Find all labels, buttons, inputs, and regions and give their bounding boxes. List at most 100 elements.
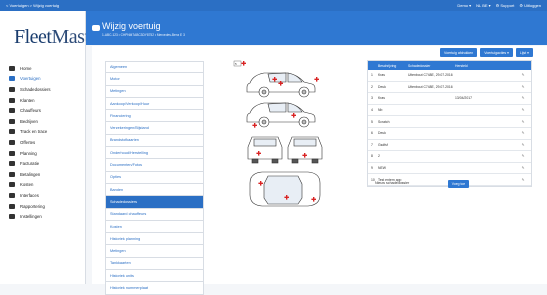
building-icon — [9, 118, 15, 124]
column-header: Beschrijving — [378, 63, 397, 68]
edit-icon[interactable]: ✎ — [517, 73, 529, 77]
sidebar-item-klanten[interactable]: Klanten — [6, 95, 84, 106]
sidebar-item-label: Bedrijven — [20, 118, 38, 124]
tab-documenten-fotos[interactable]: Documenten/Fotos — [105, 159, 204, 172]
table-cell: Nb — [378, 108, 383, 113]
table-cell: 9 — [371, 166, 373, 171]
logout-link[interactable]: ⚙ Uitloggen — [519, 3, 541, 8]
tab-brandstofkaarten[interactable]: Brandstofkaarten — [105, 134, 204, 148]
car-front-view — [247, 136, 283, 164]
edit-icon[interactable]: ✎ — [517, 85, 529, 89]
damage-table: Beschrijving Schadedossier Hersteld 1 Kras Ui… — [367, 60, 532, 187]
sidebar-item-home[interactable]: Home — [6, 63, 84, 74]
tab-tankkaarten[interactable]: Tankkaarten — [105, 257, 204, 271]
cost-icon — [9, 182, 15, 188]
sidebar-item-kosten[interactable]: Kosten — [6, 180, 84, 191]
tab-financiering[interactable]: Financiering — [105, 110, 204, 123]
table-row[interactable]: 2 Deuk Uitenbout C748E, 29.07.2016 ✎ — [368, 82, 531, 94]
table-row[interactable]: 1 Kras Uitenbout C748E, 29.07.2016 ✎ — [368, 70, 531, 82]
tab-standaard-chauffeurs[interactable]: Standaard chauffeurs — [105, 208, 204, 221]
edit-icon[interactable]: ✎ — [517, 131, 529, 135]
sidebar-item-facturatie[interactable]: Facturatie — [6, 158, 84, 169]
table-cell: Deuk — [378, 84, 386, 89]
table-cell: 2 — [378, 154, 380, 159]
calendar-icon — [9, 150, 15, 156]
plug-icon — [9, 192, 15, 198]
tab-historiek-units[interactable]: Historiek units — [105, 270, 204, 283]
sidebar-item-label: Voertuigen — [20, 76, 41, 82]
tab-historiek-planning[interactable]: Historiek planning — [105, 233, 204, 246]
tab-onderhoud-herstelling[interactable]: Onderhoud/Herstelling — [105, 147, 204, 160]
tab-aankoop-verkoop-huur[interactable]: Aankoop/Verkoop/Huur — [105, 97, 204, 111]
table-cell: 7 — [371, 142, 373, 147]
table-cell: 5 — [371, 119, 373, 124]
table-header: Beschrijving Schadedossier Hersteld — [368, 61, 531, 70]
support-link[interactable]: ⚙ Support — [496, 3, 515, 8]
language-dropdown[interactable]: NL BE ▾ — [476, 3, 491, 8]
sidebar-item-label: Betalingen — [20, 171, 41, 177]
sidebar-item-interfaces[interactable]: Interfaces — [6, 190, 84, 201]
sidebar-item-track-en-trace[interactable]: Track en trace — [6, 127, 84, 138]
list-button[interactable]: Lijst ▾ — [515, 48, 533, 57]
sidebar-item-label: Track en trace — [20, 129, 48, 135]
print-vehicle-button[interactable]: Voertuig afdrukken — [440, 48, 478, 57]
vehicle-actions-button[interactable]: Voertuigacties ▾ — [480, 48, 513, 57]
tab-banden[interactable]: Banden — [105, 183, 204, 197]
table-cell: Gsdfsf — [378, 142, 388, 147]
table-cell: Kras — [378, 73, 385, 78]
tab-schadedossiers[interactable]: Schadedossiers — [105, 196, 204, 209]
tab-opties[interactable]: Opties — [105, 171, 204, 184]
table-row[interactable]: 7 Gsdfsf ✎ — [368, 140, 531, 152]
table-row[interactable]: 5 Scratch ✎ — [368, 116, 531, 128]
car-rear-view — [287, 136, 323, 164]
tab-kosten[interactable]: Kosten — [105, 220, 204, 234]
column-header: Schadedossier — [408, 63, 431, 68]
tab-list: Algemeen Motor Metingen Aankoop/Verkoop/Huu… — [105, 61, 204, 295]
table-cell: NEW — [378, 166, 386, 171]
table-row[interactable]: 8 2 ✎ — [368, 151, 531, 163]
edit-icon[interactable]: ✎ — [517, 166, 529, 170]
tab-algemeen[interactable]: Algemeen — [105, 61, 204, 74]
edit-icon[interactable]: ✎ — [517, 120, 529, 124]
sidebar-item-voertuigen[interactable]: Voertuigen — [6, 74, 84, 85]
table-row[interactable]: 6 Deuk ✎ — [368, 128, 531, 140]
edit-icon[interactable]: ✎ — [517, 178, 529, 182]
sidebar-item-offertes[interactable]: Offertes — [6, 137, 84, 148]
edit-icon[interactable]: ✎ — [517, 108, 529, 112]
sidebar-item-instellingen[interactable]: Instellingen — [6, 211, 84, 222]
sidebar-item-label: Klanten — [20, 97, 35, 103]
tab-metingen[interactable]: Metingen — [105, 85, 204, 98]
table-row[interactable]: 3 Kras 13/04/2017 ✎ — [368, 93, 531, 105]
sidebar-item-betalingen[interactable]: Betalingen — [6, 169, 84, 180]
column-header: Hersteld — [455, 63, 468, 68]
breadcrumb[interactable]: < Voertuigen > Wijzig voertuig — [6, 3, 59, 8]
tab-metingen[interactable]: Metingen — [105, 245, 204, 258]
table-cell: Kras — [378, 96, 385, 101]
sidebar-item-rapportering[interactable]: Rapportering — [6, 201, 84, 212]
sidebar-item-bedrijven[interactable]: Bedrijven — [6, 116, 84, 127]
edit-icon[interactable]: ✎ — [517, 96, 529, 100]
sidebar-item-schadedossiers[interactable]: Schadedossiers — [6, 84, 84, 95]
page-title: Wijzig voertuig — [102, 21, 161, 31]
status-dropdown[interactable]: Demo ▾ — [457, 3, 471, 8]
sidebar-item-planning[interactable]: Planning — [6, 148, 84, 159]
payment-icon — [9, 171, 15, 177]
table-row[interactable]: 4 Nb ✎ — [368, 105, 531, 117]
sidebar-item-chauffeurs[interactable]: Chauffeurs — [6, 105, 84, 116]
edit-icon[interactable]: ✎ — [517, 143, 529, 147]
sidebar-item-label: Instellingen — [20, 214, 42, 220]
table-cell: Uitenbout C748E, 29.07.2016 — [408, 73, 453, 78]
tab-motor[interactable]: Motor — [105, 73, 204, 86]
add-damage-button[interactable]: Voeg toe — [448, 180, 469, 188]
table-cell: 4 — [371, 108, 373, 113]
table-row[interactable]: 9 NEW ✎ — [368, 163, 531, 175]
sidebar-item-label: Home — [20, 65, 32, 71]
tab-verzekeringen-bijstand[interactable]: Verzekeringen/Bijstand — [105, 122, 204, 135]
new-damage-label: Nieuw schadedossier — [375, 181, 410, 185]
sidebar-item-label: Planning — [20, 150, 37, 156]
vehicle-damage-diagram[interactable]: 5 — [230, 55, 350, 215]
tab-historiek-nummerplaat[interactable]: Historiek nummerplaat — [105, 282, 204, 295]
sidebar-item-label: Facturatie — [20, 161, 40, 167]
edit-icon[interactable]: ✎ — [517, 154, 529, 158]
sidebar-item-label: Schadedossiers — [20, 86, 51, 92]
